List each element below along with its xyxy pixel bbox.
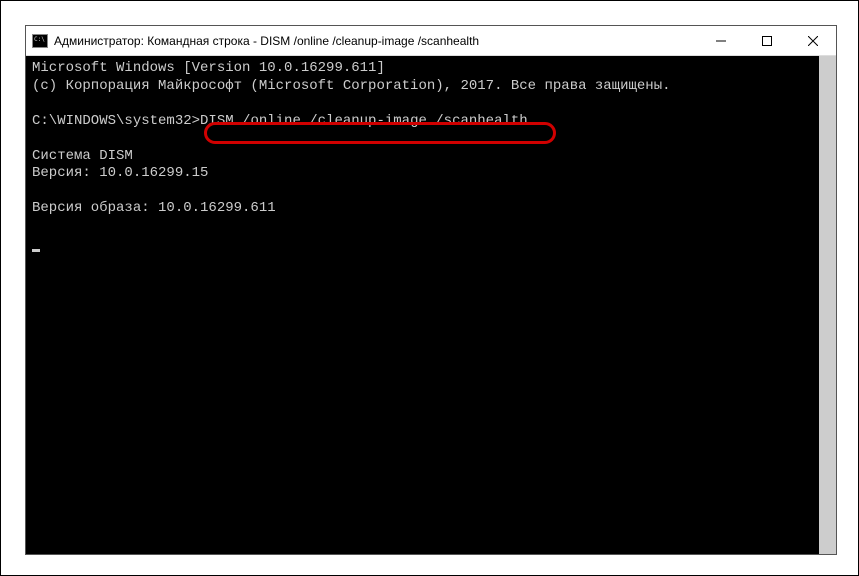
output-blank	[32, 218, 830, 236]
output-blank	[32, 95, 830, 113]
output-line: Microsoft Windows [Version 10.0.16299.61…	[32, 60, 830, 78]
output-line: Версия образа: 10.0.16299.611	[32, 200, 830, 218]
command-prompt-window: Администратор: Командная строка - DISM /…	[25, 25, 837, 555]
cmd-icon	[32, 34, 48, 48]
terminal-output[interactable]: Microsoft Windows [Version 10.0.16299.61…	[26, 56, 836, 554]
close-button[interactable]	[790, 26, 836, 55]
title-left: Администратор: Командная строка - DISM /…	[32, 34, 479, 48]
prompt-line: C:\WINDOWS\system32>DISM /online /cleanu…	[32, 113, 830, 131]
output-line: Версия: 10.0.16299.15	[32, 165, 830, 183]
vertical-scrollbar[interactable]	[819, 56, 836, 554]
prompt: C:\WINDOWS\system32>	[32, 113, 200, 129]
minimize-button[interactable]	[698, 26, 744, 55]
output-line: Cистема DISM	[32, 148, 830, 166]
text-cursor	[32, 249, 40, 252]
output-line: (c) Корпорация Майкрософт (Microsoft Cor…	[32, 78, 830, 96]
scroll-thumb[interactable]	[819, 56, 836, 554]
titlebar[interactable]: Администратор: Командная строка - DISM /…	[26, 26, 836, 56]
output-blank	[32, 130, 830, 148]
output-blank	[32, 183, 830, 201]
command-text: DISM /online /cleanup-image /scanhealth	[200, 113, 528, 129]
cursor-line	[32, 235, 830, 253]
window-title: Администратор: Командная строка - DISM /…	[54, 34, 479, 48]
maximize-button[interactable]	[744, 26, 790, 55]
window-controls	[698, 26, 836, 55]
